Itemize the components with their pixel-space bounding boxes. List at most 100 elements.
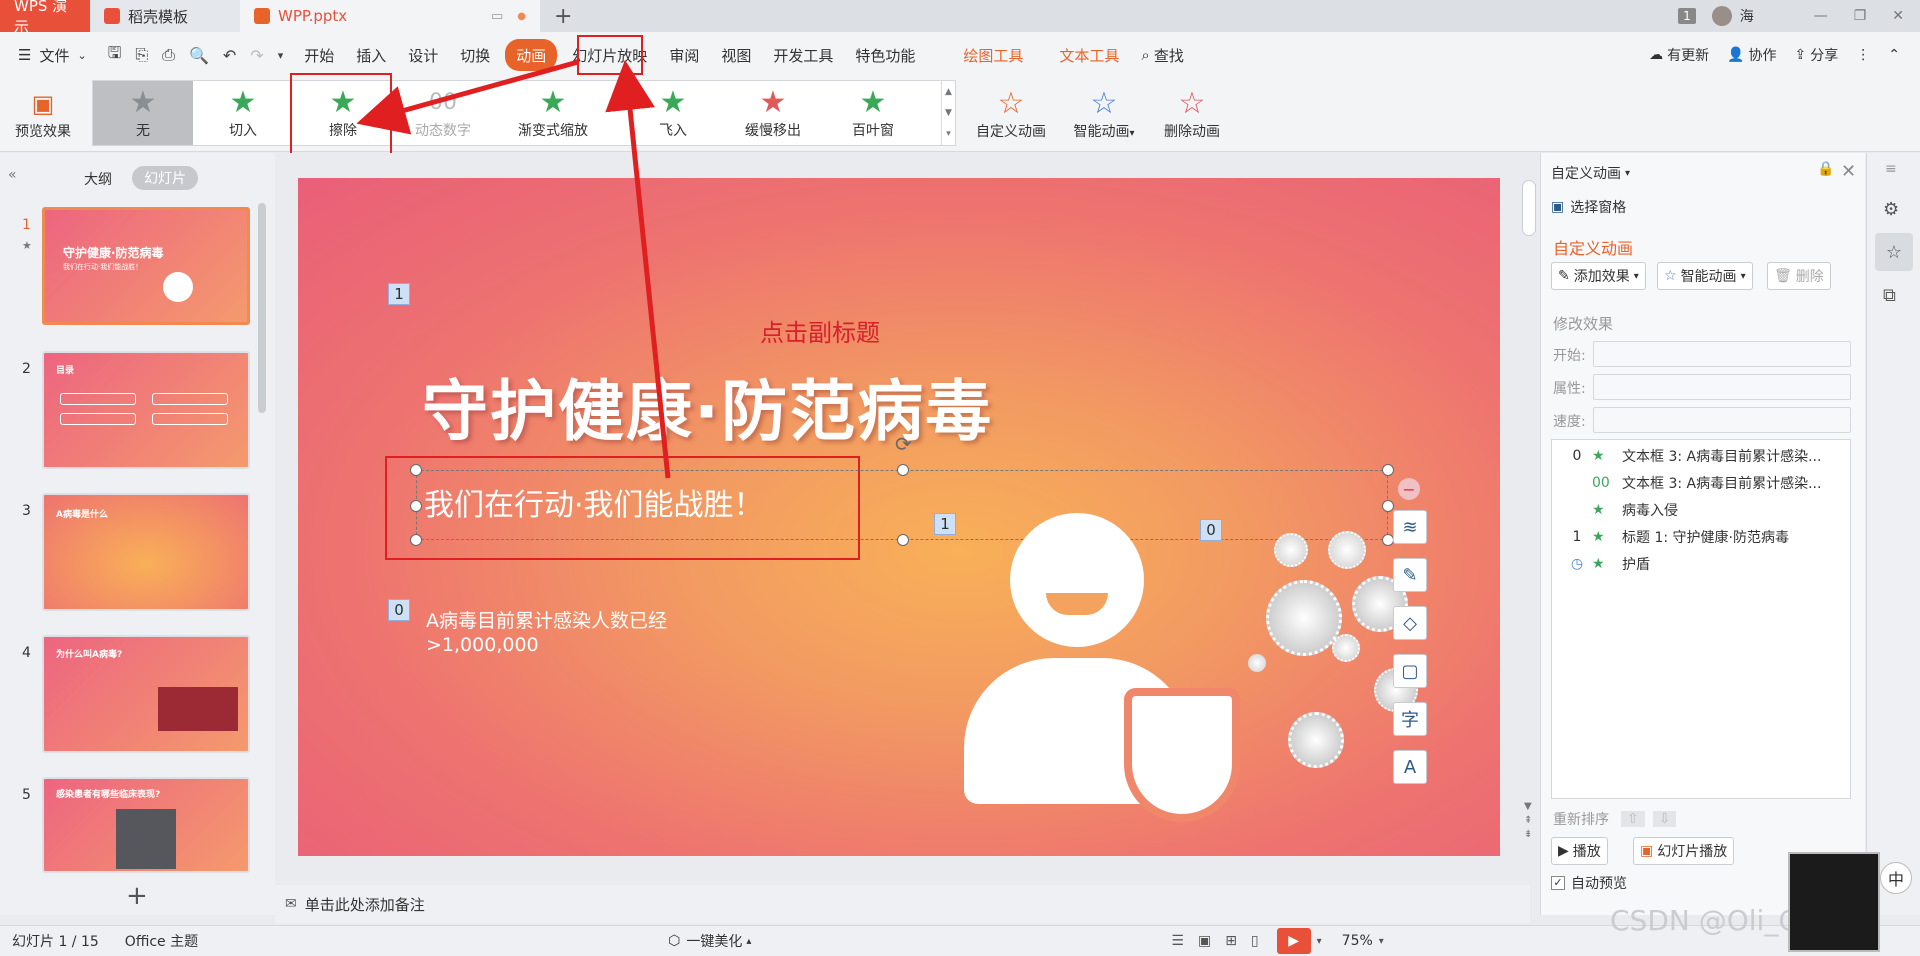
animation-pane-icon[interactable]: ☆ xyxy=(1875,233,1913,271)
zoom-level[interactable]: 75% xyxy=(1342,933,1373,949)
font-icon[interactable]: 字 xyxy=(1393,702,1427,736)
fill-icon[interactable]: ◇ xyxy=(1393,606,1427,640)
brush-icon[interactable]: ✎ xyxy=(1393,558,1427,592)
notes-bar[interactable]: ✉ 单击此处添加备注 xyxy=(275,885,1530,923)
update-button[interactable]: ☁ 有更新 xyxy=(1649,45,1709,65)
notes-placeholder[interactable]: 单击此处添加备注 xyxy=(305,894,425,915)
smart-animation-button[interactable]: ☆ 智能动画▾ xyxy=(1064,82,1144,146)
resize-handle[interactable] xyxy=(1382,464,1394,476)
delete-animation-button[interactable]: ☆ 删除动画 xyxy=(1156,82,1228,146)
print-preview-icon[interactable]: 🔍 xyxy=(189,46,209,65)
tab-features[interactable]: 特色功能 xyxy=(844,39,926,71)
canvas-scrollbar[interactable] xyxy=(1522,180,1536,236)
new-tab-button[interactable]: + xyxy=(540,0,586,32)
sorter-view-icon[interactable]: ⊞ xyxy=(1225,933,1237,949)
settings-sliders-icon[interactable]: ⚙ xyxy=(1883,199,1899,220)
add-effect-button[interactable]: ✎ 添加效果 ▾ xyxy=(1551,262,1646,290)
effect-none[interactable]: ★ 无 xyxy=(93,81,193,145)
notes-toggle-icon[interactable]: ☰ xyxy=(1171,933,1184,949)
resize-handle[interactable] xyxy=(410,534,422,546)
close-pane-icon[interactable]: ✕ xyxy=(1841,161,1856,182)
animation-list-item[interactable]: 00 文本框 3: A病毒目前累计感染... xyxy=(1562,469,1862,496)
resize-handle[interactable] xyxy=(897,464,909,476)
custom-animation-button[interactable]: ☆ 自定义动画 xyxy=(970,82,1052,146)
save-icon[interactable]: 🖫 xyxy=(108,42,122,69)
tab-slideshow[interactable]: 幻灯片放映 xyxy=(561,39,658,71)
tab-animation[interactable]: 动画 xyxy=(505,39,558,71)
gallery-scroll[interactable]: ▲ ▼ ▾ xyxy=(941,81,955,145)
resize-handle[interactable] xyxy=(1382,500,1394,512)
smart-animation-pane-button[interactable]: ☆ 智能动画 ▾ xyxy=(1657,262,1753,290)
virus-shape[interactable] xyxy=(1266,580,1342,656)
animation-list-item[interactable]: 0 ★ 文本框 3: A病毒目前累计感染... xyxy=(1562,442,1862,469)
ime-indicator[interactable]: 中 xyxy=(1880,862,1912,894)
play-slideshow-icon[interactable]: ▶ xyxy=(1276,928,1311,954)
slide-thumb-2[interactable]: 目录 xyxy=(42,351,250,469)
rotate-handle-icon[interactable]: ⟳ xyxy=(895,432,912,456)
virus-shape[interactable] xyxy=(1332,634,1360,662)
lock-icon[interactable]: 🔒 xyxy=(1817,161,1834,177)
speed-select[interactable] xyxy=(1593,407,1851,433)
virus-shape[interactable] xyxy=(1288,712,1344,768)
page-nav-icons[interactable]: ▼ ⇞ ⇟ xyxy=(1524,800,1532,842)
minimize-icon[interactable]: — xyxy=(1814,8,1828,24)
tab-design[interactable]: 设计 xyxy=(397,39,449,71)
move-down-icon[interactable]: ⇩ xyxy=(1652,811,1677,827)
tab-review[interactable]: 审阅 xyxy=(658,39,710,71)
effect-gradual-zoom[interactable]: ★ 渐变式缩放 xyxy=(493,81,613,145)
avatar[interactable] xyxy=(1711,6,1732,26)
slideshow-play-button[interactable]: ▣ 幻灯片播放 xyxy=(1633,837,1735,865)
play-button[interactable]: ▶ 播放 xyxy=(1551,837,1608,865)
close-icon[interactable]: ✕ xyxy=(1892,8,1904,24)
effect-blinds[interactable]: ★ 百叶窗 xyxy=(823,81,923,145)
remove-shape-icon[interactable]: − xyxy=(1398,478,1420,500)
slide-thumb-3[interactable]: A病毒是什么 xyxy=(42,493,250,611)
export-icon[interactable]: ⎘ xyxy=(135,45,148,65)
file-tab[interactable]: WPP.pptx ▭ ● xyxy=(240,0,540,32)
file-menu[interactable]: ☰ 文件 ⌄ xyxy=(0,39,98,71)
print-icon[interactable]: ⎙ xyxy=(162,45,175,65)
effect-slow-out[interactable]: ★ 缓慢移出 xyxy=(723,81,823,145)
slides-tab[interactable]: 幻灯片 xyxy=(132,166,198,190)
selection-pane-button[interactable]: ▣ 选择窗格 xyxy=(1551,197,1626,217)
animation-list-item[interactable]: ◷ ★ 护盾 xyxy=(1562,550,1862,577)
pane-header[interactable]: 自定义动画 ▾ xyxy=(1551,163,1630,183)
redo-icon[interactable]: ↷ xyxy=(250,46,263,65)
resize-handle[interactable] xyxy=(410,464,422,476)
resize-handle[interactable] xyxy=(410,500,422,512)
text-style-icon[interactable]: A xyxy=(1393,750,1427,784)
tab-developer[interactable]: 开发工具 xyxy=(762,39,844,71)
tab-view[interactable]: 视图 xyxy=(710,39,762,71)
tab-transition[interactable]: 切换 xyxy=(449,39,501,71)
animation-list-item[interactable]: ★ 病毒入侵 xyxy=(1562,496,1862,523)
virus-shape[interactable] xyxy=(1274,533,1308,567)
move-up-icon[interactable]: ⇧ xyxy=(1621,811,1645,827)
stat-line-1[interactable]: A病毒目前累计感染人数已经 xyxy=(426,606,667,633)
slide-thumb-5[interactable]: 感染患者有哪些临床表现? xyxy=(42,777,250,873)
transition-icon[interactable]: ⧉ xyxy=(1883,285,1896,306)
more-icon[interactable]: ⋮ xyxy=(1856,47,1870,63)
thumb-scrollbar[interactable] xyxy=(258,203,266,413)
share-button[interactable]: ⇪ 分享 xyxy=(1795,45,1839,65)
slide-thumb-1[interactable]: 守护健康·防范病毒 我们在行动·我们能战胜！ xyxy=(42,207,250,325)
chevron-down-icon[interactable]: ▾ xyxy=(1379,936,1384,947)
resize-handle[interactable] xyxy=(897,534,909,546)
customize-icon[interactable]: ▾ xyxy=(278,49,284,62)
collab-button[interactable]: 👤 协作 xyxy=(1727,45,1776,65)
person-head-shape[interactable] xyxy=(1010,513,1144,647)
effect-fly-in[interactable]: ★ 飞入 xyxy=(623,81,723,145)
docer-template-tab[interactable]: 稻壳模板 xyxy=(90,0,240,32)
collapse-panel-icon[interactable]: « xyxy=(8,167,17,183)
tab-insert[interactable]: 插入 xyxy=(345,39,397,71)
tab-text-tools[interactable]: 文本工具 xyxy=(1048,39,1130,71)
tab-drawing-tools[interactable]: 绘图工具 xyxy=(952,39,1034,71)
property-select[interactable] xyxy=(1593,374,1851,400)
beautify-button[interactable]: ⬡ 一键美化 ▴ xyxy=(668,931,751,951)
auto-preview-checkbox[interactable]: ✓ 自动预览 xyxy=(1551,873,1627,893)
theme-name[interactable]: Office 主题 xyxy=(125,931,198,951)
animation-list-item[interactable]: 1 ★ 标题 1: 守护健康·防范病毒 xyxy=(1562,523,1862,550)
shield-shape[interactable] xyxy=(1124,688,1240,822)
layers-icon[interactable]: ≋ xyxy=(1393,510,1427,544)
wps-app-tab[interactable]: WPS 演示 xyxy=(0,0,90,36)
normal-view-icon[interactable]: ▣ xyxy=(1198,933,1211,949)
